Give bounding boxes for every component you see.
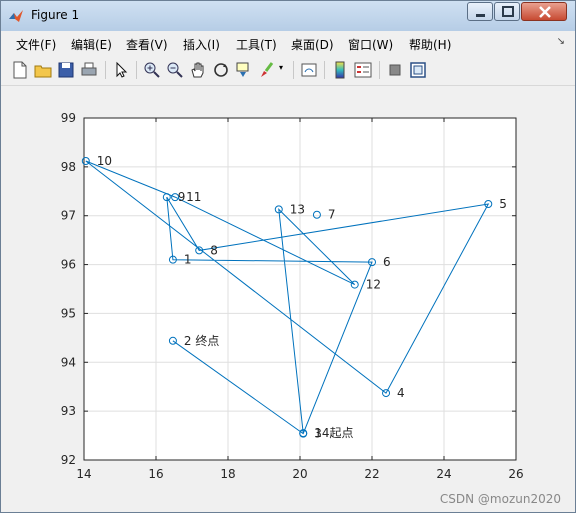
data-point-label: 8 [210, 243, 218, 257]
figure-canvas: 14 16 18 20 22 24 26 92 93 94 95 96 97 98 99 1 2 终点 3 4 5 6 7… [1, 86, 575, 512]
rotate-3d-icon[interactable] [211, 60, 231, 80]
pan-hand-icon[interactable] [188, 60, 208, 80]
toolbar-separator [379, 61, 380, 79]
colorbar-icon[interactable] [330, 60, 350, 80]
toolbar: ▾ [1, 55, 575, 86]
y-tick-label: 92 [61, 453, 76, 467]
close-button[interactable] [521, 2, 567, 21]
menu-desktop[interactable]: 桌面(D) [291, 36, 334, 53]
menu-window[interactable]: 窗口(W) [348, 36, 393, 53]
y-tick-label: 93 [61, 404, 76, 418]
data-point-label: 10 [97, 154, 112, 168]
save-icon[interactable] [56, 60, 76, 80]
toolbar-separator [136, 61, 137, 79]
title-bar[interactable]: Figure 1 [1, 1, 575, 31]
data-point-label: 1 [184, 253, 192, 267]
brush-icon[interactable] [257, 60, 277, 80]
figure-window: Figure 1 文件(F) 编辑(E) 查看(V) 插入(I) 工具(T) 桌… [0, 0, 576, 513]
data-point-label: 4 [397, 386, 405, 400]
zoom-in-icon[interactable] [142, 60, 162, 80]
minimize-button[interactable] [467, 2, 493, 21]
x-tick-label: 20 [292, 467, 307, 481]
data-point-label: 11 [186, 190, 201, 204]
close-icon [539, 6, 551, 18]
legend-icon[interactable] [353, 60, 373, 80]
pointer-arrow-icon[interactable] [111, 60, 131, 80]
x-tick-label: 24 [436, 467, 451, 481]
link-plot-icon[interactable] [299, 60, 319, 80]
y-tick-label: 94 [61, 355, 76, 369]
data-point-label: 13 [290, 202, 305, 216]
data-point-label: 14起点 [314, 426, 353, 440]
data-point-label: 7 [328, 208, 336, 222]
open-folder-icon[interactable] [33, 60, 53, 80]
y-tick-label: 95 [61, 306, 76, 320]
maximize-button[interactable] [494, 2, 520, 21]
minimize-icon [476, 14, 485, 17]
watermark: CSDN @mozun2020 [439, 492, 561, 506]
window-title: Figure 1 [31, 8, 80, 22]
x-tick-label: 16 [148, 467, 163, 481]
menu-insert[interactable]: 插入(I) [183, 36, 220, 53]
y-tick-label: 99 [61, 111, 76, 125]
zoom-out-icon[interactable] [165, 60, 185, 80]
menu-file[interactable]: 文件(F) [16, 36, 56, 53]
menubar-dock-arrow-icon[interactable]: ↘ [557, 36, 565, 47]
y-tick-label: 96 [61, 258, 76, 272]
data-point-label: 5 [499, 197, 507, 211]
brush-dropdown-icon[interactable]: ▾ [279, 63, 287, 73]
menu-bar: 文件(F) 编辑(E) 查看(V) 插入(I) 工具(T) 桌面(D) 窗口(W… [1, 31, 575, 55]
x-tick-label: 26 [508, 467, 523, 481]
data-point-label: 12 [366, 278, 381, 292]
menu-view[interactable]: 查看(V) [126, 36, 168, 53]
x-tick-label: 18 [220, 467, 235, 481]
y-tick-label: 98 [61, 160, 76, 174]
toolbar-separator [324, 61, 325, 79]
line-chart[interactable]: 14 16 18 20 22 24 26929394959697989912 终点34567… [1, 86, 575, 512]
toolbar-separator [293, 61, 294, 79]
print-icon[interactable] [79, 60, 99, 80]
data-point-label: 2 终点 [184, 333, 219, 348]
maximize-icon [502, 6, 514, 17]
menu-tools[interactable]: 工具(T) [236, 36, 277, 53]
new-figure-icon[interactable] [10, 60, 30, 80]
y-tick-label: 97 [61, 209, 76, 223]
hide-plot-tools-icon[interactable] [385, 60, 405, 80]
data-cursor-icon[interactable] [234, 60, 254, 80]
menu-help[interactable]: 帮助(H) [409, 36, 451, 53]
data-point-label: 6 [383, 255, 391, 269]
matlab-icon [9, 10, 23, 22]
toolbar-separator [105, 61, 106, 79]
show-plot-tools-icon[interactable] [408, 60, 428, 80]
x-tick-label: 22 [364, 467, 379, 481]
x-tick-label: 14 [76, 467, 91, 481]
menu-edit[interactable]: 编辑(E) [71, 36, 112, 53]
